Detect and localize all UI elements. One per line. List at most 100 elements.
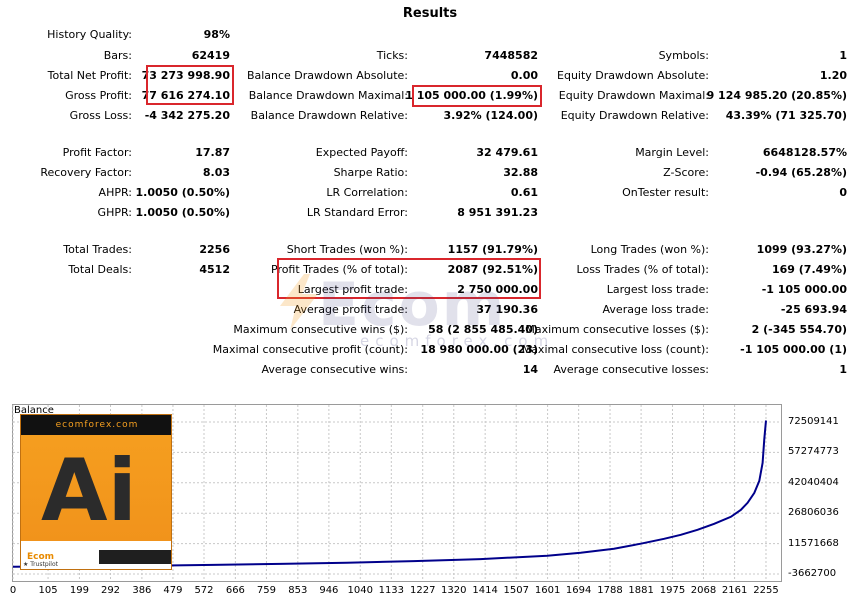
ad-banner[interactable]: ecomforex.com Ai Ecom ★ Trustpilot xyxy=(20,414,172,570)
ad-trustpilot: ★ Trustpilot xyxy=(23,561,58,568)
z-score-value: -0.94 (65.28%) xyxy=(755,166,847,179)
x-tick-label: 1881 xyxy=(628,585,654,596)
margin-level-value: 6648128.57% xyxy=(762,146,847,159)
x-tick-label: 1320 xyxy=(441,585,467,596)
gross-profit-value: 77 616 274.10 xyxy=(141,89,230,102)
recovery-factor-label: Recovery Factor: xyxy=(40,166,132,179)
x-tick-label: 1788 xyxy=(597,585,623,596)
lr-std-error-label: LR Standard Error: xyxy=(306,206,408,219)
long-trades-label: Long Trades (won %): xyxy=(590,243,709,256)
avg-consec-wins-label: Average consecutive wins: xyxy=(261,363,408,376)
short-trades-label: Short Trades (won %): xyxy=(286,243,408,256)
max-consec-losses-label: Maximum consecutive losses ($): xyxy=(525,323,709,336)
y-tick-label: 11571668 xyxy=(788,537,839,549)
x-tick-label: 199 xyxy=(69,585,89,596)
y-tick-label: 42040404 xyxy=(788,476,839,488)
profit-factor-value: 17.87 xyxy=(195,146,230,159)
ghpr-value: 1.0050 (0.50%) xyxy=(135,206,231,219)
total-net-profit-value: 73 273 998.90 xyxy=(141,69,230,82)
y-tick-label: 72509141 xyxy=(788,416,839,427)
x-tick-label: 1414 xyxy=(472,585,498,596)
x-tick-label: 2068 xyxy=(690,585,717,596)
ahpr-label: AHPR: xyxy=(98,186,132,199)
ad-ai-text: Ai xyxy=(41,441,138,541)
x-tick-label: 1694 xyxy=(565,585,592,596)
margin-level-label: Margin Level: xyxy=(635,146,709,159)
balance-dd-rel-label: Balance Drawdown Relative: xyxy=(250,109,408,122)
avg-loss-label: Average loss trade: xyxy=(602,303,709,316)
largest-profit-label: Largest profit trade: xyxy=(297,283,408,296)
gross-loss-label: Gross Loss: xyxy=(69,109,132,122)
y-tick-label: 26806036 xyxy=(788,507,839,519)
sharpe-ratio-label: Sharpe Ratio: xyxy=(333,166,408,179)
loss-trades-value: 169 (7.49%) xyxy=(771,263,847,276)
total-trades-label: Total Trades: xyxy=(63,243,132,256)
equity-dd-rel-label: Equity Drawdown Relative: xyxy=(560,109,709,122)
ad-dark-strip xyxy=(99,550,171,564)
avg-profit-label: Average profit trade: xyxy=(293,303,408,316)
equity-dd-max-value: 9 124 985.20 (20.85%) xyxy=(706,89,847,102)
x-tick-label: 666 xyxy=(225,585,245,596)
x-tick-label: 1601 xyxy=(534,585,561,596)
x-tick-label: 292 xyxy=(100,585,121,596)
ghpr-label: GHPR: xyxy=(97,206,132,219)
x-tick-label: 105 xyxy=(38,585,58,596)
maximal-consec-loss-label: Maximal consecutive loss (count): xyxy=(521,343,709,356)
x-tick-label: 853 xyxy=(288,585,308,596)
x-tick-label: 479 xyxy=(163,585,183,596)
gross-profit-label: Gross Profit: xyxy=(65,89,132,102)
expected-payoff-value: 32 479.61 xyxy=(476,146,538,159)
x-tick-label: 2161 xyxy=(721,585,748,596)
x-tick-label: 1133 xyxy=(378,585,405,596)
ontester-label: OnTester result: xyxy=(622,186,709,199)
profit-trades-value: 2087 (92.51%) xyxy=(447,263,538,276)
largest-profit-value: 2 750 000.00 xyxy=(457,283,538,296)
total-deals-value: 4512 xyxy=(199,263,230,276)
expected-payoff-label: Expected Payoff: xyxy=(315,146,408,159)
total-trades-value: 2256 xyxy=(199,243,230,256)
equity-dd-abs-value: 1.20 xyxy=(819,69,847,82)
total-deals-label: Total Deals: xyxy=(68,263,132,276)
equity-dd-max-label: Equity Drawdown Maximal: xyxy=(558,89,709,102)
maximal-consec-profit-label: Maximal consecutive profit (count): xyxy=(212,343,408,356)
symbols-label: Symbols: xyxy=(658,49,709,62)
ad-top-text: ecomforex.com xyxy=(21,415,171,435)
x-tick-label: 386 xyxy=(132,585,152,596)
bars-label: Bars: xyxy=(103,49,132,62)
x-tick-label: 1507 xyxy=(503,585,529,596)
lr-std-error-value: 8 951 391.23 xyxy=(457,206,538,219)
balance-dd-max-value: 1 105 000.00 (1.99%) xyxy=(405,89,538,102)
ad-bottom-bar: Ecom ★ Trustpilot xyxy=(21,541,171,569)
symbols-value: 1 xyxy=(839,49,847,62)
x-tick-label: 1227 xyxy=(409,585,436,596)
max-consec-wins-value: 58 (2 855 485.40) xyxy=(428,323,538,336)
balance-dd-rel-value: 3.92% (124.00) xyxy=(443,109,539,122)
long-trades-value: 1099 (93.27%) xyxy=(756,243,847,256)
avg-consec-losses-value: 1 xyxy=(839,363,847,376)
profit-trades-label: Profit Trades (% of total): xyxy=(270,263,408,276)
avg-profit-value: 37 190.36 xyxy=(476,303,538,316)
x-tick-label: 1040 xyxy=(347,585,373,596)
loss-trades-label: Loss Trades (% of total): xyxy=(576,263,709,276)
ticks-value: 7448582 xyxy=(484,49,538,62)
largest-loss-value: -1 105 000.00 xyxy=(761,283,847,296)
equity-dd-rel-value: 43.39% (71 325.70) xyxy=(725,109,847,122)
x-tick-label: 572 xyxy=(194,585,214,596)
history-quality-value: 98% xyxy=(203,28,230,41)
lr-correlation-label: LR Correlation: xyxy=(326,186,408,199)
results-title: Results xyxy=(402,6,458,21)
sharpe-ratio-value: 32.88 xyxy=(503,166,538,179)
avg-loss-value: -25 693.94 xyxy=(780,303,847,316)
lr-correlation-value: 0.61 xyxy=(510,186,538,199)
y-tick-label: 57274773 xyxy=(788,446,839,458)
profit-factor-label: Profit Factor: xyxy=(62,146,132,159)
z-score-label: Z-Score: xyxy=(663,166,709,179)
x-tick-label: 2255 xyxy=(753,585,779,596)
balance-dd-max-label: Balance Drawdown Maximal: xyxy=(248,89,408,102)
total-net-profit-label: Total Net Profit: xyxy=(47,69,132,82)
short-trades-value: 1157 (91.79%) xyxy=(447,243,538,256)
ticks-label: Ticks: xyxy=(376,49,408,62)
x-tick-label: 946 xyxy=(319,585,339,596)
ahpr-value: 1.0050 (0.50%) xyxy=(135,186,231,199)
maximal-consec-profit-value: 18 980 000.00 (23) xyxy=(420,343,538,356)
